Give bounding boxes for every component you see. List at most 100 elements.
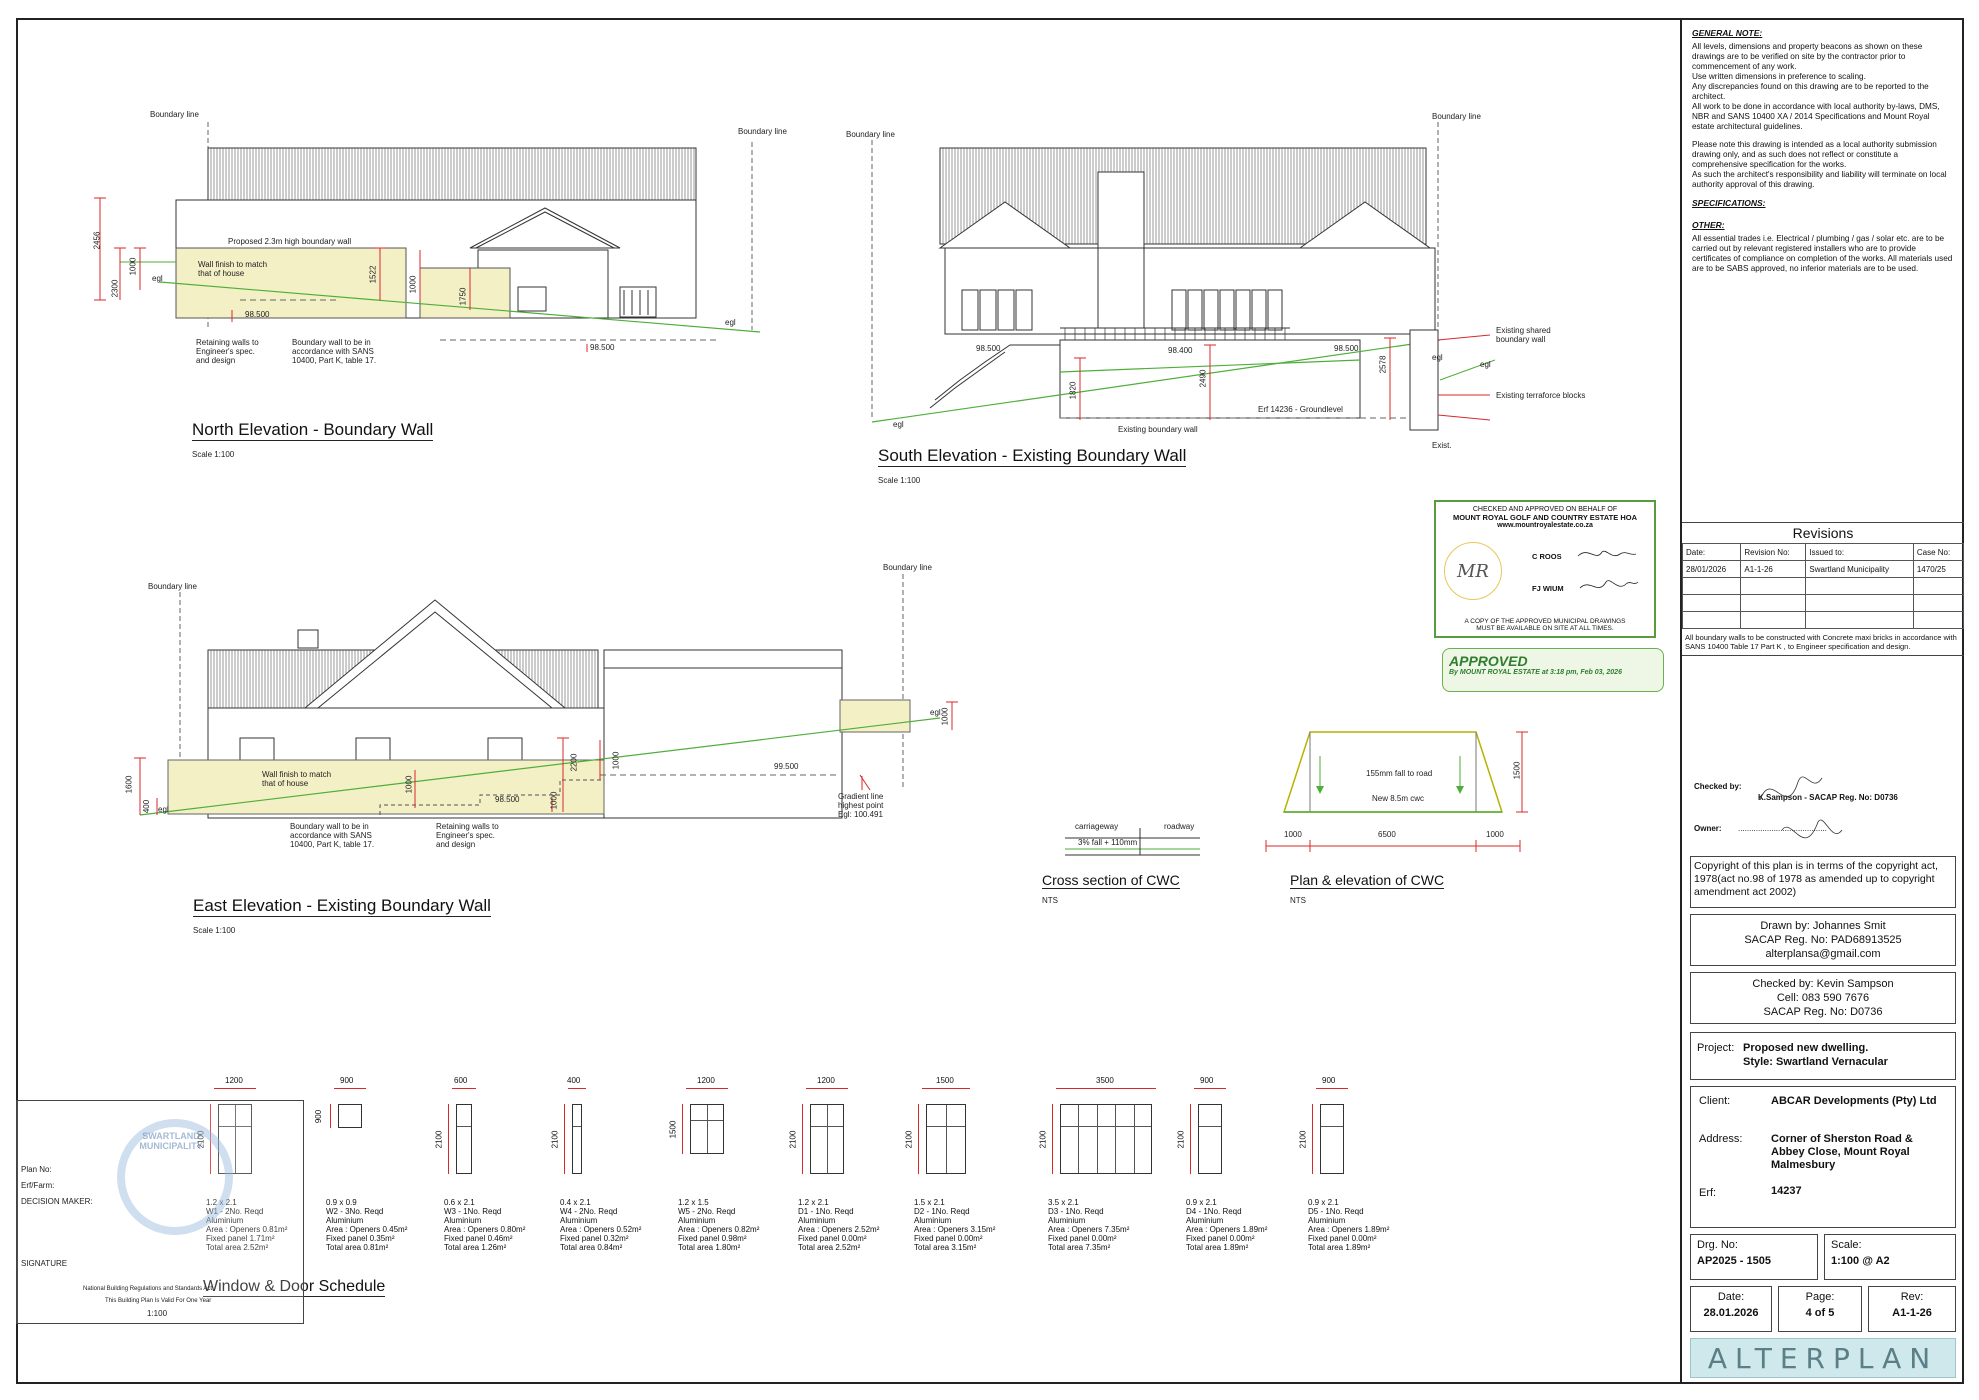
hoa-name-1: C ROOS [1532, 552, 1562, 561]
north-wall-finish-label: Wall finish to match that of house [198, 260, 268, 278]
schedule-height-3: 2100 [550, 1130, 560, 1149]
municipal-footer-2: This Building Plan Is Valid For One Year [105, 1298, 212, 1304]
south-egl-right: egl [1432, 353, 1443, 362]
approved-stamp: APPROVED By MOUNT ROYAL ESTATE at 3:18 p… [1442, 648, 1664, 692]
east-egl-left: egl [158, 805, 169, 814]
south-elevation [871, 122, 1496, 431]
schedule-openers-9: Area : Openers 1.89m² [1308, 1225, 1390, 1234]
checker-signature [1759, 776, 1843, 839]
north-dim-1750: 1750 [458, 287, 468, 306]
rev-box: Rev: A1-1-26 [1868, 1286, 1956, 1332]
schedule-fixed-6: Fixed panel 0.00m² [914, 1234, 983, 1243]
schedule-material-9: Aluminium [1308, 1216, 1346, 1225]
schedule-size-2: 0.6 x 2.1 [444, 1198, 475, 1207]
schedule-code-1: W2 - 3No. Reqd [326, 1207, 384, 1216]
south-erf-label: Erf 14236 - Groundlevel [1258, 405, 1343, 414]
copyright-box: Copyright of this plan is in terms of th… [1690, 856, 1956, 908]
schedule-openers-2: Area : Openers 0.80m² [444, 1225, 526, 1234]
cwc-fall-note: 155mm fall to road [1366, 769, 1433, 778]
south-elevation-scale: Scale 1:100 [878, 476, 921, 485]
schedule-fixed-3: Fixed panel 0.32m² [560, 1234, 629, 1243]
drawn-reg: SACAP Reg. No: PAD68913525 [1744, 934, 1902, 946]
drg-value: AP2025 - 1505 [1697, 1255, 1771, 1267]
schedule-frame-4 [690, 1104, 724, 1154]
schedule-openers-4: Area : Openers 0.82m² [678, 1225, 760, 1234]
client-box: Client: ABCAR Developments (Pty) Ltd Add… [1690, 1086, 1956, 1228]
hoa-name-2: FJ WIUM [1532, 584, 1564, 593]
north-elevation [94, 122, 761, 352]
schedule-width-dim-3 [568, 1088, 586, 1089]
project-value: Proposed new dwelling. Style: Swartland … [1743, 1042, 1888, 1068]
project-label: Project: [1697, 1042, 1735, 1054]
revisions-table: Date: Revision No: Issued to: Case No: 2… [1681, 543, 1965, 629]
rev-no: A1-1-26 [1740, 560, 1807, 578]
north-retaining-note: Retaining walls to Engineer's spec. and … [196, 338, 259, 365]
schedule-code-4: W5 - 2No. Reqd [678, 1207, 736, 1216]
schedule-height-dim-8 [1190, 1104, 1191, 1174]
schedule-openers-8: Area : Openers 1.89m² [1186, 1225, 1268, 1234]
north-dim-2300: 2300 [110, 279, 120, 298]
schedule-width-7: 3500 [1096, 1076, 1114, 1085]
rev-label: Rev: [1900, 1291, 1924, 1303]
rev-value: A1-1-26 [1892, 1307, 1932, 1319]
north-dim-1000b: 1000 [408, 275, 418, 294]
schedule-size-4: 1.2 x 1.5 [678, 1198, 709, 1207]
cwc-new-label: New 8.5m cwc [1372, 794, 1425, 803]
municipal-scale: 1:100 [147, 1309, 168, 1318]
north-egl-label: egl [152, 274, 163, 283]
schedule-total-4: Total area 1.80m² [678, 1243, 741, 1252]
east-dim-400: 400 [142, 799, 152, 814]
checked-cell: Cell: 083 590 7676 [1776, 992, 1870, 1004]
south-level-1: 98.500 [976, 344, 1001, 353]
schedule-height-8: 2100 [1176, 1130, 1186, 1149]
schedule-material-7: Aluminium [1048, 1216, 1086, 1225]
date-box: Date: 28.01.2026 [1690, 1286, 1772, 1332]
schedule-code-7: D3 - 1No. Reqd [1048, 1207, 1104, 1216]
east-dim-1000c: 1000 [611, 751, 621, 770]
cwc-dim-1000-left: 1000 [1284, 830, 1302, 839]
schedule-total-6: Total area 3.15m² [914, 1243, 977, 1252]
schedule-size-8: 0.9 x 2.1 [1186, 1198, 1217, 1207]
schedule-frame-6 [926, 1104, 966, 1174]
schedule-height-5: 2100 [788, 1130, 798, 1149]
other-text: All essential trades i.e. Electrical / p… [1692, 234, 1953, 273]
north-proposed-wall-label: Proposed 2.3m high boundary wall [228, 237, 352, 246]
schedule-material-2: Aluminium [444, 1216, 482, 1225]
rev-header-date: Date: [1681, 543, 1742, 561]
rev-issued: Swartland Municipality [1805, 560, 1914, 578]
south-boundary-line-right: Boundary line [1432, 112, 1481, 121]
alterplan-logo: ALTERPLAN [1690, 1338, 1956, 1378]
client-label: Client: [1699, 1095, 1731, 1107]
title-block: GENERAL NOTE: All levels, dimensions and… [1680, 20, 1965, 1382]
schedule-fixed-5: Fixed panel 0.00m² [798, 1234, 867, 1243]
north-dim-2456: 2456 [92, 231, 102, 250]
schedule-fixed-1: Fixed panel 0.35m² [326, 1234, 395, 1243]
schedule-total-1: Total area 0.81m² [326, 1243, 389, 1252]
schedule-width-dim-4 [686, 1088, 728, 1089]
schedule-fixed-4: Fixed panel 0.98m² [678, 1234, 747, 1243]
schedule-width-dim-5 [806, 1088, 848, 1089]
cwc-section-title: Cross section of CWC [1042, 872, 1180, 889]
schedule-total-9: Total area 1.89m² [1308, 1243, 1371, 1252]
schedule-openers-5: Area : Openers 2.52m² [798, 1225, 880, 1234]
page-label: Page: [1805, 1291, 1835, 1303]
east-wall-finish-label: Wall finish to match that of house [262, 770, 332, 788]
schedule-size-9: 0.9 x 2.1 [1308, 1198, 1339, 1207]
schedule-fixed-9: Fixed panel 0.00m² [1308, 1234, 1377, 1243]
municipal-signature: SIGNATURE [21, 1259, 68, 1268]
cwc-plan-title: Plan & elevation of CWC [1290, 872, 1445, 889]
east-elevation-scale: Scale 1:100 [193, 926, 236, 935]
page-box: Page: 4 of 5 [1778, 1286, 1862, 1332]
address-label: Address: [1699, 1133, 1743, 1145]
schedule-code-5: D1 - 1No. Reqd [798, 1207, 854, 1216]
project-box: Project: Proposed new dwelling. Style: S… [1690, 1032, 1956, 1080]
rev-header-issued: Issued to: [1805, 543, 1914, 561]
cwc-dim-1500: 1500 [1512, 761, 1522, 780]
page-value: 4 of 5 [1805, 1307, 1835, 1319]
schedule-width-dim-2 [452, 1088, 476, 1089]
schedule-frame-5 [810, 1104, 844, 1174]
cwc-section-scale: NTS [1042, 896, 1058, 905]
south-dim-1820: 1820 [1068, 381, 1078, 400]
east-dim-1600: 1600 [124, 775, 134, 794]
hoa-signatures [1577, 550, 1639, 589]
